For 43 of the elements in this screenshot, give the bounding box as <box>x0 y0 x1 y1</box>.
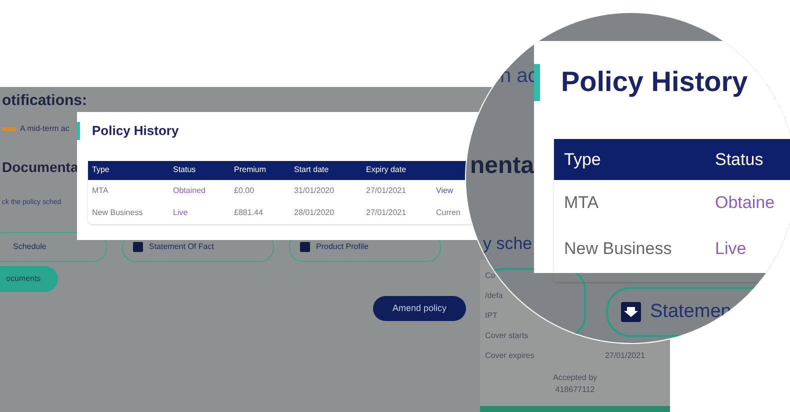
table-cell-text: £881.44 <box>234 206 264 218</box>
table-cell: Curren <box>436 206 460 218</box>
table-cell-text: Obtained <box>173 184 206 196</box>
column-header: Type <box>563 148 602 171</box>
notice-marker-icon <box>2 126 16 130</box>
view-link[interactable]: View <box>436 184 454 196</box>
column-header: Status <box>173 164 197 176</box>
table-cell-text: Obtaine <box>715 192 776 214</box>
amend-policy-button[interactable]: Amend policy <box>373 296 466 321</box>
schedule-heading: y sche <box>483 233 532 255</box>
documents-heading: Documenta <box>2 158 78 176</box>
table-cell-text: MTA <box>563 192 600 214</box>
table-cell-text: 28/01/2020 <box>294 206 336 218</box>
table-cell-text: New Business <box>563 238 673 260</box>
table-cell-text: New Business <box>91 206 144 218</box>
accent-bar <box>534 64 540 100</box>
summary-label: Co <box>485 270 496 282</box>
table-cell-text: 27/01/2021 <box>366 206 408 218</box>
summary-label: /defa <box>485 290 503 302</box>
accepted-label: Accepted by <box>552 372 598 384</box>
column-header: Type <box>91 164 110 176</box>
column-header: Status <box>715 148 764 171</box>
notice-text: A mid-term ac <box>20 122 70 134</box>
table-cell-text: 31/01/2020 <box>294 184 336 196</box>
summary-label: Cover starts <box>485 330 528 342</box>
section-heading: nenta <box>470 151 534 181</box>
documents-button[interactable]: ocuments <box>0 266 58 292</box>
summary-label: Cover expires <box>485 350 534 362</box>
accent-bar <box>77 122 80 140</box>
summary-value: 27/01/2021 <box>604 350 646 362</box>
table-cell-text: MTA <box>91 184 110 196</box>
column-header: Premium <box>234 164 268 176</box>
notifications-title: otifications: <box>2 91 88 111</box>
summary-label: IPT <box>485 310 498 322</box>
table-cell-text: Live <box>173 206 189 218</box>
column-header: Expiry date <box>366 164 408 176</box>
modal-title: Policy History <box>92 122 179 140</box>
table-cell-text: £0.00 <box>234 184 256 196</box>
table-cell-text: Live <box>715 238 748 260</box>
table-cell-text: 27/01/2021 <box>366 184 408 196</box>
column-header: Start date <box>294 164 330 176</box>
accepted-value: 418677112 <box>555 384 595 396</box>
modal-title: Policy History <box>561 65 748 99</box>
